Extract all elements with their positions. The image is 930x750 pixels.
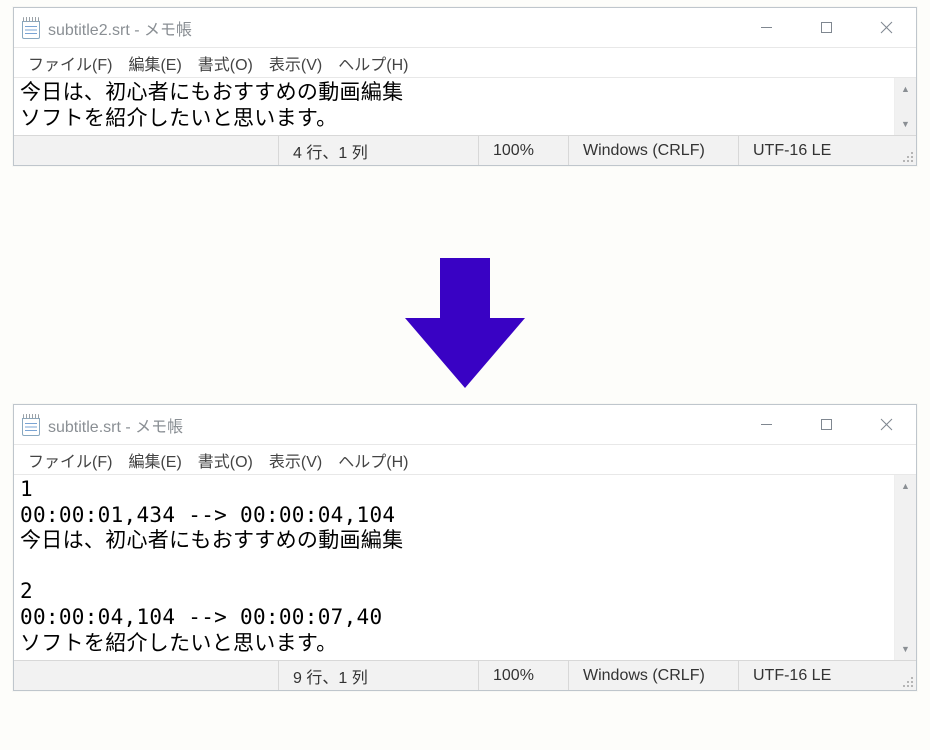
menu-format[interactable]: 書式(O) (190, 49, 261, 77)
status-position: 4 行、1 列 (278, 136, 478, 165)
statusbar: 9 行、1 列 100% Windows (CRLF) UTF-16 LE (14, 660, 916, 690)
menu-edit[interactable]: 編集(E) (120, 446, 189, 474)
scroll-down-button[interactable]: ▼ (895, 638, 916, 660)
notepad-window-2: subtitle.srt - メモ帳 ファイル(F) 編集(E) 書式(O) 表… (13, 404, 917, 691)
close-button[interactable] (856, 8, 916, 47)
window-title: subtitle.srt - メモ帳 (48, 413, 736, 437)
vertical-scrollbar[interactable]: ▲ ▼ (894, 78, 916, 135)
maximize-button[interactable] (796, 8, 856, 47)
status-encoding: UTF-16 LE (738, 136, 898, 165)
statusbar: 4 行、1 列 100% Windows (CRLF) UTF-16 LE (14, 135, 916, 165)
scroll-up-button[interactable]: ▲ (895, 475, 916, 497)
window-title: subtitle2.srt - メモ帳 (48, 16, 736, 40)
vertical-scrollbar[interactable]: ▲ ▼ (894, 475, 916, 660)
status-spacer (14, 661, 278, 690)
resize-grip[interactable] (898, 136, 916, 165)
menu-help[interactable]: ヘルプ(H) (330, 446, 416, 474)
content-area: 今日は、初心者にもおすすめの動画編集 ソフトを紹介したいと思います。 ▲ ▼ (14, 78, 916, 135)
menu-view[interactable]: 表示(V) (261, 446, 330, 474)
status-zoom: 100% (478, 136, 568, 165)
scroll-up-button[interactable]: ▲ (895, 78, 916, 100)
menubar: ファイル(F) 編集(E) 書式(O) 表示(V) ヘルプ(H) (14, 445, 916, 475)
window-controls (736, 8, 916, 47)
status-eol: Windows (CRLF) (568, 136, 738, 165)
notepad-icon (22, 17, 40, 39)
scroll-track[interactable] (895, 100, 916, 113)
resize-grip[interactable] (898, 661, 916, 690)
menu-format[interactable]: 書式(O) (190, 446, 261, 474)
status-spacer (14, 136, 278, 165)
text-editor[interactable]: 1 00:00:01,434 --> 00:00:04,104 今日は、初心者に… (14, 475, 894, 660)
close-button[interactable] (856, 405, 916, 444)
maximize-button[interactable] (796, 405, 856, 444)
minimize-button[interactable] (736, 8, 796, 47)
menu-file[interactable]: ファイル(F) (20, 446, 120, 474)
content-area: 1 00:00:01,434 --> 00:00:04,104 今日は、初心者に… (14, 475, 916, 660)
text-editor[interactable]: 今日は、初心者にもおすすめの動画編集 ソフトを紹介したいと思います。 (14, 78, 894, 135)
minimize-button[interactable] (736, 405, 796, 444)
status-position: 9 行、1 列 (278, 661, 478, 690)
titlebar[interactable]: subtitle.srt - メモ帳 (14, 405, 916, 445)
down-arrow-icon (0, 258, 930, 388)
window-controls (736, 405, 916, 444)
menubar: ファイル(F) 編集(E) 書式(O) 表示(V) ヘルプ(H) (14, 48, 916, 78)
notepad-window-1: subtitle2.srt - メモ帳 ファイル(F) 編集(E) 書式(O) … (13, 7, 917, 166)
menu-file[interactable]: ファイル(F) (20, 49, 120, 77)
status-zoom: 100% (478, 661, 568, 690)
menu-edit[interactable]: 編集(E) (120, 49, 189, 77)
titlebar[interactable]: subtitle2.srt - メモ帳 (14, 8, 916, 48)
scroll-down-button[interactable]: ▼ (895, 113, 916, 135)
menu-help[interactable]: ヘルプ(H) (330, 49, 416, 77)
notepad-icon (22, 414, 40, 436)
menu-view[interactable]: 表示(V) (261, 49, 330, 77)
scroll-track[interactable] (895, 497, 916, 638)
status-eol: Windows (CRLF) (568, 661, 738, 690)
status-encoding: UTF-16 LE (738, 661, 898, 690)
